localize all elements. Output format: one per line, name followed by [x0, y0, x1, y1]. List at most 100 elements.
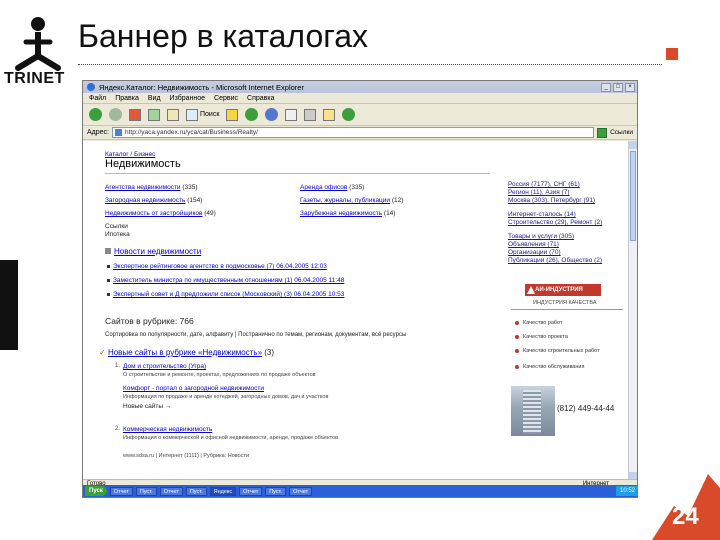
favorites-button[interactable]: [224, 107, 240, 123]
title-divider: [78, 64, 662, 65]
history-button[interactable]: [263, 107, 280, 123]
taskbar-item[interactable]: Пуст.: [185, 486, 207, 496]
ad-item: Качество обслуживания: [514, 364, 585, 370]
region-link[interactable]: Объявления (71): [508, 241, 559, 248]
entry-text: Информация о коммерческой и офисной недв…: [123, 435, 339, 441]
entry-text: О строительстве и ремонте, проектах, пре…: [123, 372, 316, 378]
entry-title[interactable]: Коммерческая недвижимость: [123, 426, 212, 433]
ad-item: Качество строительных работ: [515, 348, 600, 354]
category-link[interactable]: Газеты, журналы, публикации (12): [300, 197, 403, 204]
scroll-up-icon[interactable]: [629, 141, 637, 149]
menu-edit[interactable]: Правка: [115, 95, 139, 102]
print-button[interactable]: [302, 107, 318, 123]
entry-title[interactable]: Дом и строительство (Угра): [123, 363, 206, 370]
ad-divider: [511, 309, 623, 310]
checkmark-icon: ✓: [99, 348, 106, 357]
category-link[interactable]: Аренда офисов (335): [300, 184, 364, 191]
taskbar: Пуск Отчет Пуст. Отчет Пуст. Яндекс Отче…: [83, 485, 637, 497]
mail-button[interactable]: [283, 107, 299, 123]
ad-item: Качество работ: [515, 320, 563, 326]
menu-file[interactable]: Файл: [89, 95, 106, 102]
category-link[interactable]: Агентства недвижимости (335): [105, 184, 198, 191]
menu-view[interactable]: Вид: [148, 95, 161, 102]
browser-toolbar: Поиск: [83, 104, 637, 126]
media-button[interactable]: [243, 107, 260, 123]
entry-text: Информация по продаже и аренде котеджей,…: [123, 394, 329, 400]
star-icon: [226, 108, 239, 121]
menu-tools[interactable]: Сервис: [214, 95, 238, 102]
taskbar-item[interactable]: Отчет: [289, 486, 313, 496]
back-button[interactable]: [87, 107, 104, 123]
go-button[interactable]: [597, 127, 608, 138]
stop-icon: [129, 108, 141, 121]
news-item[interactable]: Экспертный совет и Д предложили список (…: [106, 291, 344, 298]
minimize-button[interactable]: _: [601, 82, 611, 92]
entry-number: 1.: [115, 363, 121, 369]
browser-window: Яндекс.Каталог: Недвижимость - Microsoft…: [82, 80, 638, 498]
close-button[interactable]: ×: [625, 82, 635, 92]
news-item[interactable]: Заместитель министра по имущественным от…: [106, 277, 344, 284]
region-link[interactable]: Публикации (26), Общество (2): [508, 257, 602, 264]
category-link[interactable]: Зарубежная недвижимость (14): [300, 210, 395, 217]
ad-item: Качество проекта: [515, 334, 568, 340]
refresh-button[interactable]: [146, 107, 162, 123]
maximize-button[interactable]: □: [613, 82, 623, 92]
region-link[interactable]: Строительство (29), Ремонт (2): [508, 219, 602, 226]
window-title: Яндекс.Каталог: Недвижимость - Microsoft…: [99, 82, 304, 92]
messenger-button[interactable]: [340, 107, 357, 123]
entry-title[interactable]: Комфорт - портал о загородной недвижимос…: [123, 385, 264, 392]
search-label: Поиск: [200, 111, 220, 118]
news-heading[interactable]: Новости недвижимости: [105, 247, 201, 256]
address-bar: Адрес: http://yaca.yandex.ru/yca/cat/Bus…: [83, 126, 637, 140]
see-also-link[interactable]: Ссылки: [105, 223, 128, 230]
region-link[interactable]: Интернет-сталось (14): [508, 211, 576, 218]
region-link[interactable]: Россия (7177), СНГ (61): [508, 181, 580, 188]
taskbar-item[interactable]: Отчет: [109, 486, 133, 496]
sites-count: Сайтов в рубрике: 766: [105, 316, 194, 326]
taskbar-item[interactable]: Яндекс: [209, 486, 237, 496]
address-input[interactable]: http://yaca.yandex.ru/yca/cat/Business/R…: [111, 127, 595, 138]
category-link[interactable]: Недвижимость от застройщиков (49): [105, 210, 216, 217]
ad-brand: АИ-ИНДУСТРИЯ: [525, 284, 601, 296]
region-link[interactable]: Москва (303), Петербург (91): [508, 197, 595, 204]
menu-help[interactable]: Справка: [247, 95, 274, 102]
address-label: Адрес:: [87, 129, 109, 136]
see-also-link[interactable]: Ипотека: [105, 231, 130, 238]
category-link[interactable]: Загородная недвижимость (154): [105, 197, 202, 204]
search-button[interactable]: Поиск: [184, 107, 221, 123]
window-titlebar: Яндекс.Каталог: Недвижимость - Microsoft…: [83, 81, 637, 93]
mail-icon: [285, 108, 298, 121]
search-icon: [186, 108, 198, 121]
slide-title: Баннер в каталогах: [78, 18, 368, 54]
start-button[interactable]: Пуск: [85, 486, 107, 496]
messenger-icon: [342, 108, 356, 121]
taskbar-item[interactable]: Отчет: [159, 486, 183, 496]
taskbar-item[interactable]: Отчет: [239, 486, 263, 496]
system-clock: 10:52: [615, 486, 637, 496]
home-button[interactable]: [165, 107, 181, 123]
taskbar-item[interactable]: Пуст.: [135, 486, 157, 496]
scroll-thumb[interactable]: [630, 151, 636, 241]
news-item[interactable]: Экспертное рейтинговое агентство в подмо…: [107, 263, 327, 270]
banner-ad[interactable]: АИ-ИНДУСТРИЯ ИНДУСТРИЯ КАЧЕСТВА Качество…: [511, 276, 623, 436]
accent-square: [666, 48, 678, 60]
region-link[interactable]: Регион (11), Азия (7): [508, 189, 570, 196]
ad-phone: (812) 449-44-44: [557, 404, 615, 413]
page-number: 24: [672, 503, 699, 530]
more-sites-link[interactable]: Новые сайты →: [123, 403, 171, 410]
home-icon: [167, 108, 179, 121]
region-link[interactable]: Организации (70): [508, 249, 561, 256]
region-link[interactable]: Товары и услуги (305): [508, 233, 574, 240]
breadcrumb[interactable]: Каталог / Бизнес: [105, 151, 155, 158]
edit-button[interactable]: [321, 107, 337, 123]
stop-button[interactable]: [127, 107, 143, 123]
vertical-scrollbar[interactable]: [628, 141, 637, 480]
entry-number: 2.: [115, 426, 121, 432]
forward-button[interactable]: [107, 107, 124, 123]
sort-options[interactable]: Сортировка по популярности, дате, алфави…: [105, 332, 406, 338]
history-icon: [265, 108, 279, 121]
menu-favorites[interactable]: Избранное: [170, 95, 205, 102]
new-sites-heading[interactable]: ✓ Новые сайты в рубрике «Недвижимость» (…: [99, 348, 274, 357]
taskbar-item[interactable]: Пуст.: [265, 486, 287, 496]
links-button[interactable]: Ссылки: [610, 129, 637, 136]
